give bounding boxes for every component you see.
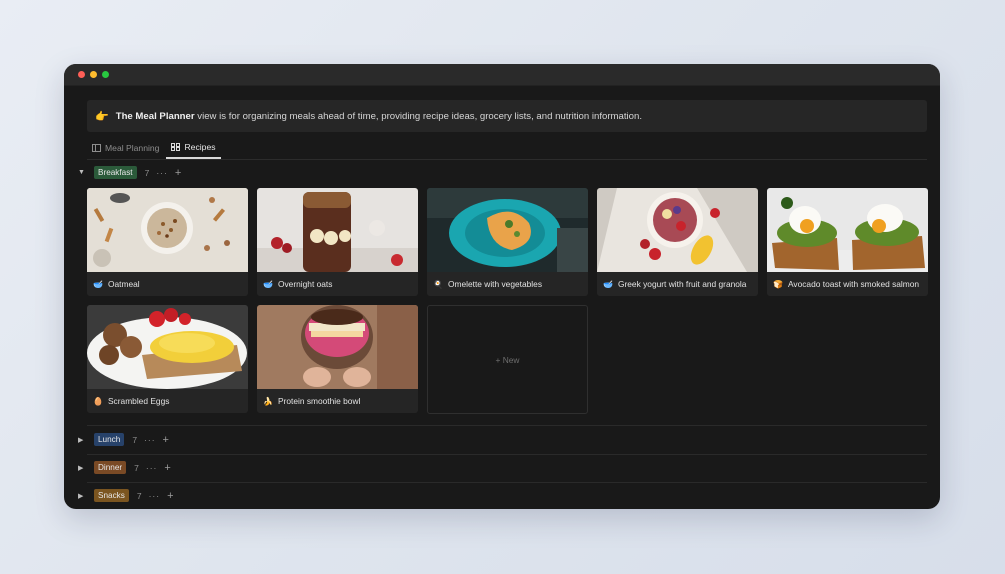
- card-title: 🍌 Protein smoothie bowl: [263, 393, 360, 409]
- more-options-icon[interactable]: ···: [149, 491, 161, 501]
- tab-label: Meal Planning: [105, 143, 160, 153]
- view-tabs: Meal Planning Recipes: [87, 138, 927, 160]
- group-count: 7: [136, 490, 142, 501]
- bowl-icon: 🥣: [263, 279, 273, 289]
- add-icon[interactable]: +: [167, 490, 173, 502]
- group-tag-lunch[interactable]: Lunch: [94, 433, 125, 446]
- group-header-lunch: ▶ Lunch 7 ··· +: [78, 433, 169, 446]
- group-tag-dinner[interactable]: Dinner: [94, 461, 127, 474]
- scrambled-eggs-image: [87, 305, 248, 389]
- app-window: 👉 The Meal Planner view is for organizin…: [64, 64, 940, 509]
- card-title-text: Avocado toast with smoked salmon: [787, 279, 920, 289]
- minimize-window-button[interactable]: [90, 71, 97, 78]
- add-icon[interactable]: +: [164, 462, 170, 474]
- add-icon[interactable]: +: [163, 434, 169, 446]
- close-window-button[interactable]: [78, 71, 85, 78]
- title-bar: [64, 64, 940, 86]
- tab-recipes[interactable]: Recipes: [166, 137, 221, 159]
- group-header-snacks: ▶ Snacks 7 ··· +: [78, 489, 174, 502]
- overnight-oats-image: [257, 188, 418, 272]
- recipe-card-avocado-toast[interactable]: 🍞 Avocado toast with smoked salmon: [767, 188, 928, 296]
- card-title: 🥣 Overnight oats: [263, 276, 332, 292]
- recipe-card-omelette[interactable]: 🍳 Omelette with vegetables: [427, 188, 588, 296]
- group-tag-snacks[interactable]: Snacks: [94, 489, 129, 502]
- bowl-icon: 🥣: [603, 279, 613, 289]
- recipe-card-greek-yogurt[interactable]: 🥣 Greek yogurt with fruit and granola: [597, 188, 758, 296]
- add-icon[interactable]: +: [175, 167, 181, 179]
- card-title: 🥚 Scrambled Eggs: [93, 393, 169, 409]
- smoothie-bowl-image: [257, 305, 418, 389]
- oatmeal-image: [87, 188, 248, 272]
- group-tag-breakfast[interactable]: Breakfast: [94, 166, 137, 179]
- greek-yogurt-image: [597, 188, 758, 272]
- group-divider: [87, 482, 927, 483]
- card-title: 🍞 Avocado toast with smoked salmon: [773, 276, 919, 292]
- callout-text: view is for organizing meals ahead of ti…: [194, 110, 643, 122]
- caret-right-icon[interactable]: ▶: [78, 492, 88, 500]
- more-options-icon[interactable]: ···: [156, 168, 168, 178]
- callout: 👉 The Meal Planner view is for organizin…: [87, 100, 927, 132]
- maximize-window-button[interactable]: [102, 71, 109, 78]
- more-options-icon[interactable]: ···: [146, 463, 158, 473]
- bread-icon: 🍞: [773, 279, 783, 289]
- avocado-toast-image: [767, 188, 928, 272]
- caret-right-icon[interactable]: ▶: [78, 436, 88, 444]
- group-header-dinner: ▶ Dinner 7 ··· +: [78, 461, 171, 474]
- group-divider: [87, 454, 927, 455]
- card-title: 🥣 Greek yogurt with fruit and granola: [603, 276, 746, 292]
- caret-down-icon[interactable]: ▼: [78, 169, 88, 176]
- callout-bold-text: The Meal Planner: [115, 110, 195, 122]
- tab-meal-planning[interactable]: Meal Planning: [87, 137, 164, 159]
- card-title: 🍳 Omelette with vegetables: [433, 276, 542, 292]
- recipe-card-oatmeal[interactable]: 🥣 Oatmeal: [87, 188, 248, 296]
- recipe-card-protein-smoothie-bowl[interactable]: 🍌 Protein smoothie bowl: [257, 305, 418, 413]
- card-title-text: Omelette with vegetables: [447, 279, 543, 289]
- frying-pan-icon: 🍳: [433, 279, 443, 289]
- card-title-text: Greek yogurt with fruit and granola: [617, 279, 747, 289]
- banana-icon: 🍌: [263, 396, 273, 406]
- card-title-text: Oatmeal: [107, 279, 140, 289]
- new-card-button[interactable]: + New: [427, 305, 588, 414]
- pointing-hand-icon: 👉: [95, 110, 109, 123]
- card-title-text: Overnight oats: [277, 279, 333, 289]
- table-icon: [92, 144, 101, 152]
- group-count: 7: [132, 434, 138, 445]
- omelette-image: [427, 188, 588, 272]
- card-title-text: Protein smoothie bowl: [277, 396, 361, 406]
- bowl-icon: 🥣: [93, 279, 103, 289]
- group-count: 7: [134, 462, 139, 473]
- gallery-grid: 🥣 Oatmeal 🥣 Overnight oats 🍳 Omelette wi…: [87, 188, 928, 414]
- group-count: 7: [144, 167, 150, 178]
- caret-right-icon[interactable]: ▶: [78, 464, 88, 472]
- group-header-breakfast: ▼ Breakfast 7 ··· +: [78, 166, 181, 179]
- card-title: 🥣 Oatmeal: [93, 276, 140, 292]
- more-options-icon[interactable]: ···: [144, 435, 156, 445]
- card-title-text: Scrambled Eggs: [107, 396, 170, 406]
- gallery-icon: [171, 143, 181, 151]
- recipe-card-scrambled-eggs[interactable]: 🥚 Scrambled Eggs: [87, 305, 248, 413]
- new-card-label: + New: [495, 354, 520, 365]
- tab-label: Recipes: [184, 142, 216, 152]
- recipe-card-overnight-oats[interactable]: 🥣 Overnight oats: [257, 188, 418, 296]
- group-divider: [87, 425, 927, 426]
- egg-icon: 🥚: [93, 396, 103, 406]
